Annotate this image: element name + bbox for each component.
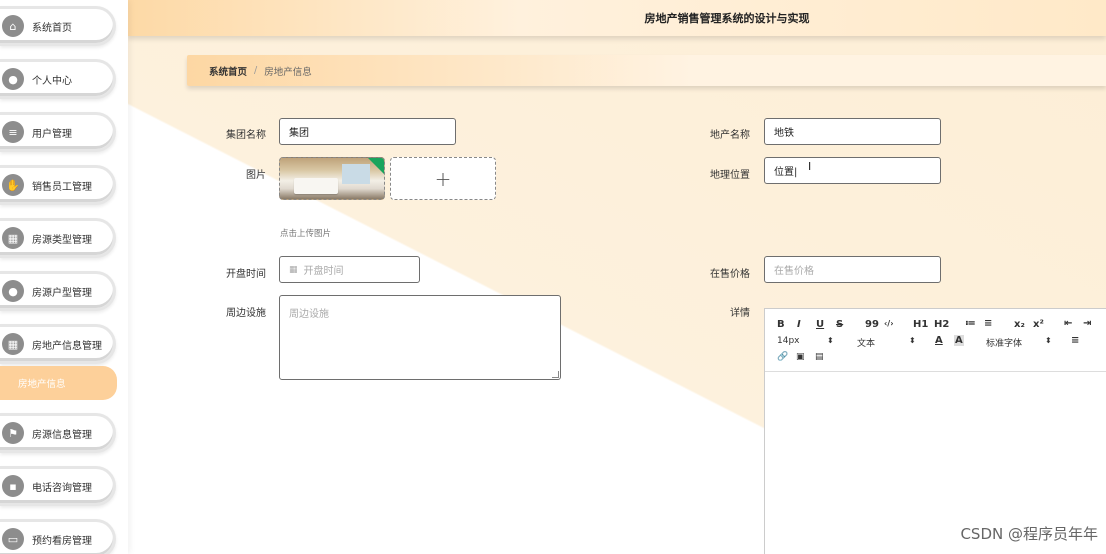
sidebar-item-sales-staff[interactable]: ✋ 销售员工管理 [0,165,116,205]
price-label: 在售价格 [710,269,750,280]
grid-icon: ▦ [2,227,24,249]
sidebar-item-label: 房地产信息管理 [32,340,102,352]
upload-hint: 点击上传图片 [280,229,332,239]
thumbnail-bed [294,178,338,194]
block-type-chevron-icon: ⬍ [909,336,916,345]
sidebar-item-label: 房源信息管理 [32,429,92,441]
code-button[interactable]: ‹/› [884,319,894,328]
calendar-icon: ▦ [289,264,298,275]
heading2-button[interactable]: H2 [934,319,949,330]
block-type-select[interactable]: 文本 [857,336,875,349]
estate-name-input[interactable]: 地铁 [764,118,941,145]
sidebar-item-house-type[interactable]: ▦ 房源类型管理 [0,218,116,258]
sidebar-item-label: 用户管理 [32,128,72,140]
sidebar-item-listing-info[interactable]: ⚑ 房源信息管理 [0,413,116,453]
facilities-textarea[interactable]: 周边设施 [279,295,561,380]
location-input[interactable]: 位置| [764,157,941,184]
sidebar-item-viewing[interactable]: ▭ 预约看房管理 [0,519,116,554]
location-label: 地理位置 [710,170,750,181]
plus-icon: + [434,166,452,191]
strike-button[interactable]: S [836,319,843,330]
video-icon[interactable]: ▤ [815,352,824,362]
sidebar-item-label: 个人中心 [32,75,72,87]
italic-button[interactable]: I [797,319,801,330]
font-color-button[interactable]: A [935,335,943,346]
price-input[interactable]: 在售价格 [764,256,941,283]
details-label: 详情 [730,308,750,319]
font-family-select[interactable]: 标准字体 [986,336,1022,349]
superscript-button[interactable]: x² [1033,319,1044,330]
top-header: 房地产销售管理系统的设计与实现 [128,0,1106,36]
ordered-list-button[interactable]: ≔ [965,318,976,329]
breadcrumb-separator: / [254,65,258,76]
sidebar-item-profile[interactable]: ● 个人中心 [0,59,116,99]
hand-icon: ✋ [2,174,24,196]
breadcrumb-home[interactable]: 系统首页 [209,64,247,78]
open-time-label: 开盘时间 [226,269,266,280]
indent-button[interactable]: ⇥ [1083,318,1091,329]
open-time-picker[interactable]: ▦ 开盘时间 [279,256,420,283]
subscript-button[interactable]: x₂ [1014,319,1025,330]
breadcrumb: 系统首页 / 房地产信息 [187,55,1106,86]
editor-toolbar: B I U S 99 ‹/› H1 H2 ≔ ≡ x₂ x² ⇤ ⇥ 14px … [765,309,1106,372]
sidebar-item-label: 房源户型管理 [32,287,92,299]
bulb-icon: ● [2,280,24,302]
underline-button[interactable]: U [816,319,824,330]
list-icon: ≡ [2,121,24,143]
thumbnail-window [342,164,370,184]
csdn-watermark: CSDN @程序员年年 [960,525,1098,543]
facilities-placeholder: 周边设施 [289,309,329,320]
sign-icon: ▪ [2,475,24,497]
link-icon[interactable]: 🔗 [777,352,788,362]
app-title: 房地产销售管理系统的设计与实现 [644,12,810,25]
group-name-label: 集团名称 [226,130,266,141]
image-icon[interactable]: ▣ [796,352,805,362]
sidebar-item-home[interactable]: ⌂ 系统首页 [0,6,116,46]
sidebar-item-estate-info[interactable]: ▦ 房地产信息管理 [0,324,116,364]
bold-button[interactable]: B [777,319,785,330]
open-time-placeholder: 开盘时间 [303,266,344,277]
breadcrumb-current: 房地产信息 [264,66,312,78]
image-label: 图片 [246,170,266,181]
sidebar-item-label: 销售员工管理 [32,181,92,193]
details-rich-editor[interactable]: B I U S 99 ‹/› H1 H2 ≔ ≡ x₂ x² ⇤ ⇥ 14px … [764,308,1106,554]
sidebar-item-label: 系统首页 [32,22,72,34]
grid-icon: ▦ [2,333,24,355]
sidebar-item-phone-consult[interactable]: ▪ 电话咨询管理 [0,466,116,506]
upload-success-corner-icon [368,158,384,174]
group-name-input[interactable]: 集团 [279,118,456,145]
bullet-list-button[interactable]: ≡ [984,318,992,329]
font-size-chevron-icon: ⬍ [827,336,834,345]
resize-handle-icon[interactable] [552,371,559,378]
facilities-label: 周边设施 [226,308,266,319]
align-button[interactable]: ≡ [1071,335,1079,346]
uploaded-image-thumbnail[interactable] [279,157,385,200]
flag-icon: ⚑ [2,422,24,444]
text-cursor-icon: I [808,160,812,173]
monitor-icon: ▭ [2,528,24,550]
sidebar-subitem-estate-info[interactable]: 房地产信息 [0,366,117,400]
sidebar-item-label: 预约看房管理 [32,535,92,547]
sidebar-item-house-layout[interactable]: ● 房源户型管理 [0,271,116,311]
sidebar-item-users[interactable]: ≡ 用户管理 [0,112,116,152]
outdent-button[interactable]: ⇤ [1064,318,1072,329]
user-icon: ● [2,68,24,90]
background-color-button[interactable]: A [954,335,964,346]
sidebar-item-label: 房源类型管理 [32,234,92,246]
sidebar: ⌂ 系统首页 ● 个人中心 ≡ 用户管理 ✋ 销售员工管理 ▦ 房源类型管理 ●… [0,0,128,554]
font-size-select[interactable]: 14px [777,336,800,346]
blockquote-button[interactable]: 99 [865,319,879,330]
sidebar-item-label: 电话咨询管理 [32,482,92,494]
font-family-chevron-icon: ⬍ [1045,336,1052,345]
heading1-button[interactable]: H1 [913,319,928,330]
image-upload-button[interactable]: + [390,157,496,200]
home-icon: ⌂ [2,15,24,37]
estate-name-label: 地产名称 [710,130,750,141]
